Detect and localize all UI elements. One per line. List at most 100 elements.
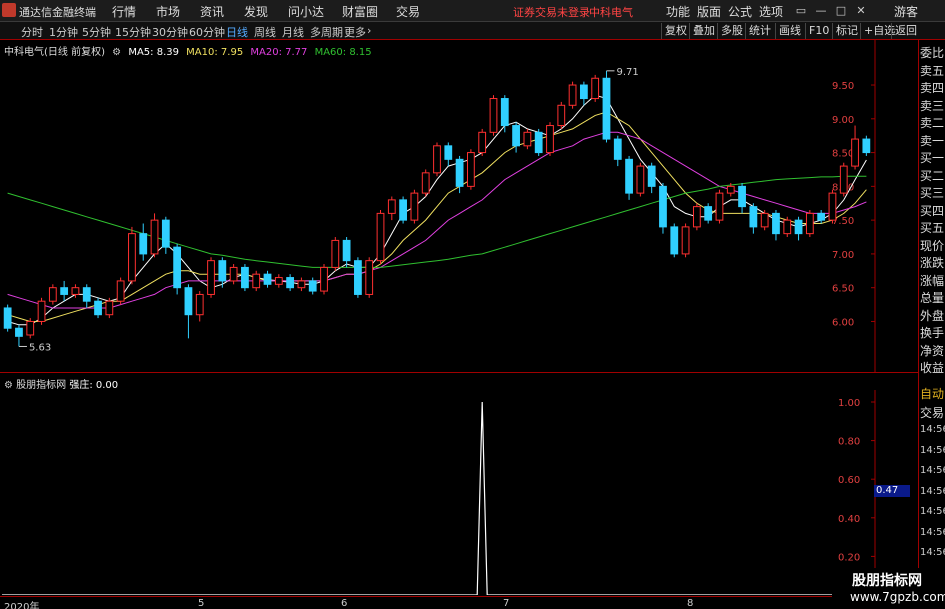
candlestick-chart[interactable]: 9.509.008.508.007.507.006.506.009.715.63 [0,40,876,372]
period-weekly[interactable]: 周线 [254,24,276,40]
window-close-icon[interactable]: ✕ [852,2,870,19]
time-label-2020: 2020年 [4,602,40,609]
candle-body [851,138,859,167]
menu-zixun[interactable]: 资讯 [200,3,224,20]
menu-xuanxiang[interactable]: 选项 [759,3,783,20]
btn-duogu[interactable]: 多股 [717,23,746,39]
period-1min[interactable]: 1分钟 [49,24,78,40]
candle-body [139,233,148,255]
candle-body [455,158,464,187]
menu-caifuquan[interactable]: 财富圈 [342,3,378,20]
quote-label: 委比 [920,46,945,60]
ma10-label: MA10: 7.95 [186,47,244,58]
window-maximize-icon[interactable]: □ [832,2,850,19]
period-60min[interactable]: 60分钟 [189,24,225,40]
tick-time: 14:56 [920,444,945,456]
candle-body [150,219,159,255]
candle-body [82,287,91,302]
ma-line-ma5 [7,94,867,326]
candle-body [557,104,566,127]
settings-gear-icon[interactable]: ⚙ [112,47,121,58]
price-tick-label: 6.00 [832,317,854,328]
candle-body [320,266,328,292]
period-30min[interactable]: 30分钟 [152,24,188,40]
trade-tab-trade: 交易 [920,406,945,420]
quote-label: 涨幅 [920,273,945,288]
candle-body [387,199,396,214]
btn-tongji[interactable]: 统计 [745,23,774,39]
candle-body [828,192,837,221]
candle-body [726,185,735,194]
window-restore-icon[interactable]: ▭ [792,2,810,19]
candle-body [512,125,520,147]
candle-body [218,260,227,282]
time-label-8: 8 [687,598,694,609]
candle-body [546,125,554,154]
candle-body [783,219,792,235]
quote-label: 买二 [920,168,945,183]
candle-body [161,219,170,248]
guest-label[interactable]: 游客 [894,3,918,20]
period-multi[interactable]: 多周期 [310,24,343,40]
btn-fuquan[interactable]: 复权 [661,23,690,39]
indicator-chart[interactable]: 1.00 0.80 0.60 0.40 0.20 [0,390,876,595]
tick-time: 14:56 [920,424,945,435]
candle-body [523,131,532,147]
menu-banmian[interactable]: 版面 [697,3,721,20]
menu-hangqing[interactable]: 行情 [112,3,136,20]
candle-body [331,239,340,268]
candle-body [173,246,182,289]
indicator-tick-label: 0.20 [838,552,860,563]
indicator-tick-label: 0.80 [838,437,860,448]
candle-body [692,206,701,228]
menu-gongshi[interactable]: 公式 [728,3,752,20]
btn-biaoji[interactable]: 标记 [832,23,861,39]
more-arrow-icon[interactable]: › [367,24,371,37]
btn-f10[interactable]: F10 [805,23,832,39]
watermark: 股朋指标网 www.7gpzb.com [832,568,945,609]
window-minimize-icon[interactable]: — [812,2,830,19]
period-daily[interactable]: 日线 [226,24,248,40]
candle-body [534,131,543,154]
btn-huaxian[interactable]: 画线 [775,23,804,39]
quote-label: 现价 [920,238,945,253]
candle-body [421,172,430,194]
period-monthly[interactable]: 月线 [282,24,304,40]
btn-diejia[interactable]: 叠加 [689,23,718,39]
menu-jiaoyi[interactable]: 交易 [396,3,420,20]
quote-label: 买三 [920,186,945,200]
menu-shichang[interactable]: 市场 [156,3,180,20]
candle-body [274,277,283,285]
period-more[interactable]: 更多 [344,24,366,40]
candle-body [489,98,498,133]
time-axis: 2020年 5 6 7 8 [0,596,876,609]
quote-label: 卖三 [920,98,945,113]
menu-faxian[interactable]: 发现 [244,3,268,20]
app-title: 通达信金融终端 [19,6,96,19]
candle-body [500,98,509,127]
quote-label: 外盘 [920,308,945,323]
period-15min[interactable]: 15分钟 [115,24,151,40]
candle-body [760,212,769,228]
candle-body [794,219,803,235]
indicator-current-value: 0.47 [874,485,910,497]
candle-body [410,192,419,221]
candle-body [229,266,238,282]
chart-title: 中科电气(日线 前复权) [4,47,105,58]
candle-body [568,84,577,106]
price-tick-label: 6.50 [832,284,854,295]
candle-body [738,185,746,208]
candle-body [116,280,125,302]
candle-body [60,287,69,295]
btn-fanhui[interactable]: 返回 [891,23,920,39]
price-tick-label: 9.50 [832,81,854,92]
period-5min[interactable]: 5分钟 [82,24,111,40]
menu-gongneng[interactable]: 功能 [666,3,690,20]
indicator-tick-label: 0.60 [838,475,860,486]
period-fenshi[interactable]: 分时 [21,24,43,40]
candle-body [263,273,272,285]
ma60-label: MA60: 8.15 [314,47,372,58]
candle-body [252,273,261,289]
indicator-legend: ⚙ 股朋指标网 强庄: 0.00 [4,376,118,391]
menu-wenxiaoda[interactable]: 问小达 [288,3,324,20]
